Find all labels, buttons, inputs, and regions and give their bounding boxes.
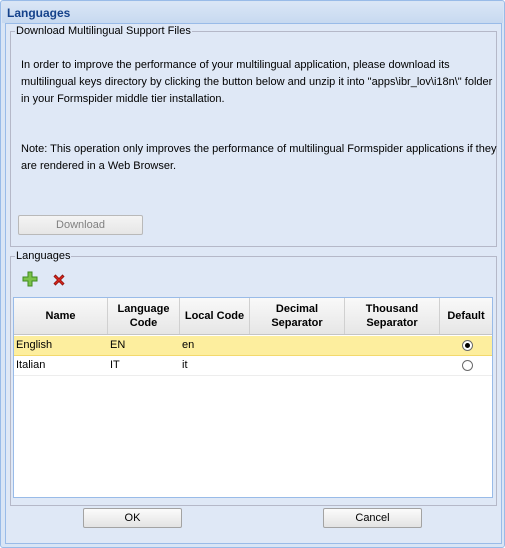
cancel-button[interactable]: Cancel <box>323 508 422 528</box>
column-header-thousand-separator[interactable]: Thousand Separator <box>345 298 440 334</box>
cell-name: English <box>16 339 53 351</box>
languages-grid: Name Language Code Local Code Decimal Se… <box>13 297 493 498</box>
instruction-line: multilingual keys directory by clicking … <box>21 76 493 88</box>
cell-local-code: it <box>182 359 188 371</box>
column-header-language-code[interactable]: Language Code <box>108 298 180 334</box>
delete-icon[interactable] <box>51 272 67 288</box>
download-fieldset: Download Multilingual Support Files In o… <box>10 25 497 247</box>
window-title: Languages <box>7 6 71 20</box>
cell-thousand-separator <box>345 356 440 375</box>
languages-legend: Languages <box>15 250 72 263</box>
download-instructions: In order to improve the performance of y… <box>21 57 501 108</box>
cell-name: Italian <box>16 359 46 371</box>
download-legend: Download Multilingual Support Files <box>15 25 192 38</box>
grid-header: Name Language Code Local Code Decimal Se… <box>14 298 492 335</box>
table-row[interactable]: Italian IT it <box>14 356 492 376</box>
ok-button[interactable]: OK <box>83 508 182 528</box>
cell-local-code: en <box>182 339 195 351</box>
cell-language-code: EN <box>110 339 126 351</box>
download-button[interactable]: Download <box>18 215 143 235</box>
column-header-decimal-separator[interactable]: Decimal Separator <box>250 298 345 334</box>
languages-window: Languages Download Multilingual Support … <box>0 0 505 548</box>
column-header-local-code[interactable]: Local Code <box>180 298 250 334</box>
cell-thousand-separator <box>345 336 440 355</box>
instruction-line: In order to improve the performance of y… <box>21 59 450 71</box>
default-radio[interactable] <box>462 340 473 351</box>
note-line: Note: This operation only improves the p… <box>21 143 497 155</box>
download-note: Note: This operation only improves the p… <box>21 141 501 175</box>
add-icon[interactable] <box>22 271 38 287</box>
column-header-name[interactable]: Name <box>14 298 108 334</box>
table-row[interactable]: English EN en <box>14 336 492 356</box>
cell-language-code: IT <box>110 359 120 371</box>
cell-default <box>440 356 492 375</box>
cell-decimal-separator <box>250 336 345 355</box>
cell-decimal-separator <box>250 356 345 375</box>
column-header-default[interactable]: Default <box>440 298 492 334</box>
window-body: Download Multilingual Support Files In o… <box>5 23 502 544</box>
note-line: are rendered in a Web Browser. <box>21 160 177 172</box>
instruction-line: in your Formspider middle tier installat… <box>21 93 225 105</box>
default-radio[interactable] <box>462 360 473 371</box>
cell-default <box>440 336 492 355</box>
window-titlebar[interactable]: Languages <box>2 2 503 23</box>
